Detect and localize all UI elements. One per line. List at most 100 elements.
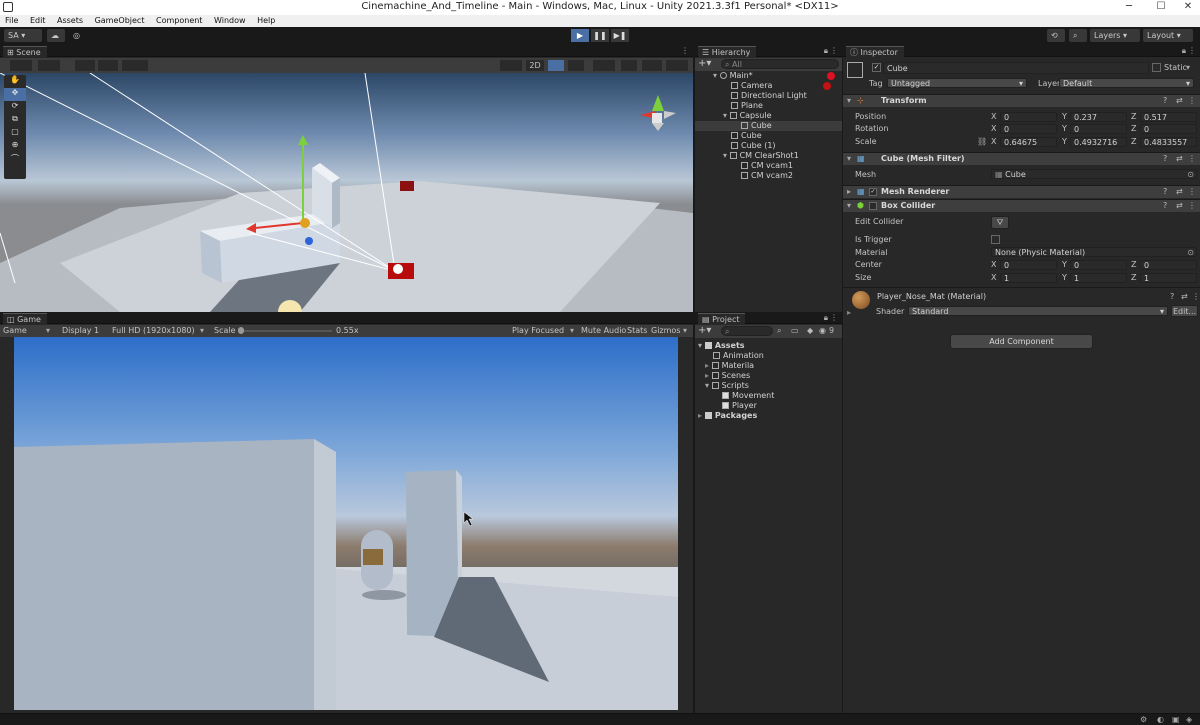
expand-arrow-icon[interactable]: ▸ — [847, 187, 851, 196]
audio-toggle-icon[interactable] — [568, 60, 584, 71]
hand-tool-icon[interactable]: ✋ — [4, 75, 26, 88]
notification-icon[interactable]: ▣ — [1172, 715, 1180, 724]
panel-menu-icon[interactable]: ⋮ — [830, 46, 838, 55]
play-focused-dropdown-icon[interactable]: ▾ — [570, 326, 574, 335]
menu-assets[interactable]: Assets — [57, 15, 83, 27]
help-icon[interactable]: ? — [1163, 154, 1167, 163]
layer-dropdown[interactable]: Default ▾ — [1059, 78, 1194, 88]
tree-item-plane[interactable]: Plane — [731, 101, 763, 111]
presets-icon[interactable]: ⇄ — [1176, 154, 1183, 163]
physic-material-field[interactable]: None (Physic Material) ⊙ — [991, 247, 1197, 257]
rotate-tool-icon[interactable]: ⟳ — [4, 101, 26, 114]
mesh-field[interactable]: ▦ Cube ⊙ — [991, 169, 1197, 179]
search-icon[interactable]: ⌕ — [1069, 29, 1087, 42]
rotation-x-field[interactable]: 0 — [1000, 124, 1057, 134]
mesh-renderer-header[interactable]: ▸ ▦ ✓ Mesh Renderer ? ⇄ ⋮ — [843, 185, 1200, 198]
position-x-field[interactable]: 0 — [1000, 112, 1057, 122]
expand-arrow-icon[interactable]: ▾ — [713, 71, 717, 80]
presets-icon[interactable]: ⇄ — [1181, 292, 1188, 301]
custom-tool-icon[interactable]: ⌒ — [4, 153, 26, 166]
add-component-button[interactable]: Add Component — [950, 334, 1093, 349]
shader-edit-button[interactable]: Edit... — [1171, 305, 1198, 317]
game-display-mode[interactable]: Game — [3, 326, 27, 335]
presets-icon[interactable]: ⇄ — [1176, 201, 1183, 210]
resolution-dropdown[interactable]: Full HD (1920x1080) — [112, 326, 195, 335]
collapse-arrow-icon[interactable]: ▾ — [847, 154, 851, 163]
collab-icon[interactable]: ◎ — [69, 29, 83, 42]
grid-icon[interactable] — [75, 60, 95, 71]
mesh-filter-header[interactable]: ▾ ▦ Cube (Mesh Filter) ? ⇄ ⋮ — [843, 152, 1200, 165]
scale-z-field[interactable]: 0.4833557 — [1140, 137, 1197, 147]
center-x-field[interactable]: 0 — [1000, 260, 1057, 270]
scene-menu-icon[interactable] — [827, 72, 835, 80]
gizmos-globe-icon[interactable] — [666, 60, 688, 71]
tree-item-main[interactable]: ▾ Main* — [713, 71, 753, 81]
tree-item-cm-vcam1[interactable]: CM vcam1 — [741, 161, 793, 171]
tree-item-directional-light[interactable]: Directional Light — [731, 91, 807, 101]
help-icon[interactable]: ? — [1163, 187, 1167, 196]
cloud-icon[interactable]: ☁ — [47, 29, 65, 42]
scene-camera-icon[interactable] — [642, 60, 662, 71]
tree-item-cm-vcam2[interactable]: CM vcam2 — [741, 171, 793, 181]
tree-item-capsule[interactable]: ▾ Capsule — [723, 111, 772, 121]
lighting-toggle-icon[interactable] — [548, 60, 564, 71]
component-menu-icon[interactable]: ⋮ — [1188, 154, 1196, 163]
component-menu-icon[interactable]: ⋮ — [1188, 187, 1196, 196]
tree-item-cube[interactable]: Cube — [731, 131, 762, 141]
display-mode-dropdown-icon[interactable]: ▾ — [46, 326, 50, 335]
add-icon[interactable]: +▾ — [698, 325, 711, 336]
collapse-arrow-icon[interactable]: ▾ — [847, 201, 851, 210]
box-collider-enabled-checkbox[interactable] — [869, 202, 877, 210]
scale-y-field[interactable]: 0.4932716 — [1070, 137, 1127, 147]
folder-packages[interactable]: ▸ Packages — [698, 411, 757, 421]
component-menu-icon[interactable]: ⋮ — [1188, 201, 1196, 210]
tree-item-camera[interactable]: Camera — [731, 81, 772, 91]
mesh-renderer-enabled-checkbox[interactable]: ✓ — [869, 188, 877, 196]
tree-item-cube-1[interactable]: Cube (1) — [731, 141, 776, 151]
component-menu-icon[interactable]: ⋮ — [1192, 292, 1200, 301]
folder-materila[interactable]: ▸ Materila — [705, 361, 754, 371]
effects-icon[interactable] — [593, 60, 615, 71]
tab-project[interactable]: ▤ Project — [698, 313, 746, 324]
shading-mode-icon[interactable] — [500, 60, 522, 71]
menu-window[interactable]: Window — [214, 15, 246, 27]
box-collider-header[interactable]: ▾ ⬢ Box Collider ? ⇄ ⋮ — [843, 199, 1200, 212]
mute-audio-button[interactable]: Mute Audio — [581, 326, 626, 335]
maximize-button[interactable]: ☐ — [1151, 0, 1171, 14]
folder-scripts[interactable]: ▾ Scripts — [705, 381, 749, 391]
component-menu-icon[interactable]: ⋮ — [1188, 96, 1196, 105]
transform-tool-icon[interactable]: ⊕ — [4, 140, 26, 153]
draw-mode-icon[interactable] — [10, 60, 32, 71]
hidden-objects-icon[interactable] — [621, 60, 637, 71]
expand-arrow-icon[interactable]: ▾ — [705, 381, 709, 390]
tree-item-capsule-cube[interactable]: Cube — [741, 121, 772, 131]
folder-assets[interactable]: ▾ Assets — [698, 341, 745, 351]
hierarchy-search-input[interactable]: ⌕ All — [721, 59, 839, 69]
panel-menu-icon[interactable]: ⋮ — [681, 46, 689, 55]
increment-snap-icon[interactable] — [122, 60, 148, 71]
scale-x-field[interactable]: 0.64675 — [1000, 137, 1057, 147]
pause-button[interactable]: ❚❚ — [591, 29, 609, 42]
close-button[interactable]: ✕ — [1178, 0, 1198, 14]
project-search-input[interactable]: ⌕ — [721, 326, 773, 336]
object-picker-icon[interactable]: ⊙ — [1187, 248, 1194, 257]
menu-file[interactable]: File — [5, 15, 18, 27]
gizmos-dropdown-icon[interactable]: ▾ — [683, 326, 687, 335]
folder-animation[interactable]: Animation — [713, 351, 764, 361]
size-z-field[interactable]: 1 — [1140, 273, 1197, 283]
tab-hierarchy[interactable]: ☰ Hierarchy — [698, 46, 757, 57]
resolution-dropdown-icon[interactable]: ▾ — [200, 326, 204, 335]
active-checkbox[interactable]: ✓ — [872, 63, 881, 72]
help-icon[interactable]: ? — [1170, 292, 1174, 301]
gizmos-button[interactable]: Gizmos — [651, 326, 680, 335]
game-viewport[interactable] — [14, 337, 678, 710]
script-player[interactable]: Player — [722, 401, 757, 411]
size-y-field[interactable]: 1 — [1070, 273, 1127, 283]
layout-dropdown[interactable]: Layout ▾ — [1143, 29, 1193, 42]
tab-game[interactable]: ◫ Game — [3, 313, 47, 324]
add-icon[interactable]: +▾ — [698, 58, 711, 69]
search-by-label-icon[interactable]: ▭ — [791, 326, 799, 335]
auto-generate-lighting-icon[interactable]: ◈ — [1186, 715, 1192, 724]
expand-arrow-icon[interactable]: ▸ — [698, 411, 702, 420]
search-by-type-icon[interactable]: ⌕ — [777, 326, 781, 336]
